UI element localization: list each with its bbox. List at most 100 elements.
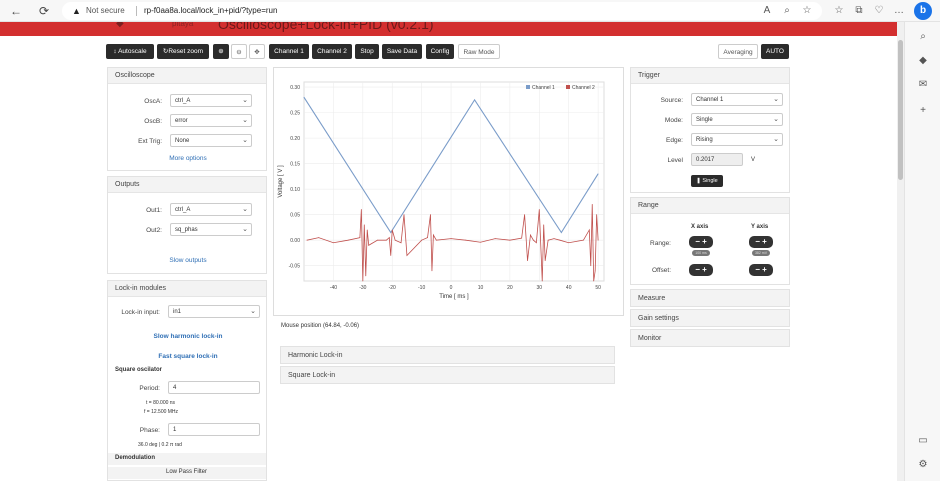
x-tick-label: 50 xyxy=(595,285,601,291)
out2-select[interactable]: sq_phas ⌄ xyxy=(170,223,252,236)
oscilloscope-chart[interactable]: 0.30 0.25 0.20 0.15 0.10 0.05 0.00 -0.05 -40 -30 -… xyxy=(274,68,623,315)
slow-outputs-link[interactable]: Slow outputs xyxy=(148,257,228,264)
zoom-out-button[interactable]: ⊖ xyxy=(231,44,247,59)
slow-harmonic-link[interactable]: Slow harmonic lock-in xyxy=(128,333,248,340)
raw-mode-button[interactable]: Raw Mode xyxy=(458,44,500,59)
reload-icon[interactable]: ⟳ xyxy=(36,3,52,19)
period-input[interactable]: 4 xyxy=(168,381,260,394)
trigger-panel-title[interactable]: Trigger xyxy=(631,68,789,84)
data-point-channel-2 xyxy=(333,242,334,244)
warning-icon: ▲ xyxy=(72,6,81,16)
x-tick-label: 20 xyxy=(507,285,513,291)
averaging-button[interactable]: Averaging xyxy=(718,44,758,59)
x-tick-label: 0 xyxy=(450,285,453,291)
profile-avatar[interactable]: b xyxy=(914,2,932,20)
chevron-icon[interactable]: ◆ xyxy=(116,22,124,29)
source-select[interactable]: Channel 1 ⌄ xyxy=(691,93,783,106)
y-range-stepper[interactable]: − + xyxy=(749,236,773,248)
gain-settings-section[interactable]: Gain settings xyxy=(630,309,790,327)
harmonic-lockin-section[interactable]: Harmonic Lock-in xyxy=(280,346,615,364)
more-icon[interactable]: … xyxy=(892,3,906,19)
data-point-channel-2 xyxy=(547,239,549,241)
outputs-panel-title[interactable]: Outputs xyxy=(108,177,266,193)
data-point-channel-2 xyxy=(360,209,362,210)
reset-zoom-button[interactable]: ↻Reset zoom xyxy=(157,44,209,59)
chevron-down-icon: ⌄ xyxy=(242,117,248,124)
lockin-panel-title[interactable]: Lock-in modules xyxy=(108,281,266,297)
pan-button[interactable]: ✥ xyxy=(249,44,265,59)
data-point-channel-2 xyxy=(421,239,423,241)
favorite-icon[interactable]: ☆ xyxy=(800,3,814,19)
osca-select[interactable]: ctrl_A ⌄ xyxy=(170,94,252,107)
out1-select[interactable]: ctrl_A ⌄ xyxy=(170,203,252,216)
account-icon[interactable]: ♡ xyxy=(872,3,886,19)
auto-button[interactable]: AUTO xyxy=(761,44,789,59)
read-aloud-icon[interactable]: A xyxy=(760,3,774,19)
data-point-channel-2 xyxy=(533,239,534,241)
ext-trig-select[interactable]: None ⌄ xyxy=(170,134,252,147)
mode-select[interactable]: Single ⌄ xyxy=(691,113,783,126)
data-point-channel-2 xyxy=(362,280,364,282)
outlook-icon[interactable]: ✉ xyxy=(916,78,930,92)
y-range-value: 382 mV xyxy=(752,250,770,256)
search-icon[interactable]: ⌕ xyxy=(916,30,930,44)
config-button[interactable]: Config xyxy=(426,44,454,59)
monitor-section[interactable]: Monitor xyxy=(630,329,790,347)
favorites-bar-icon[interactable]: ☆ xyxy=(832,3,846,19)
edge-select[interactable]: Rising ⌄ xyxy=(691,133,783,146)
zoom-in-button[interactable]: ⊕ xyxy=(213,44,229,59)
lockin-input-select[interactable]: in1 ⌄ xyxy=(168,305,260,318)
chart-container[interactable]: 0.30 0.25 0.20 0.15 0.10 0.05 0.00 -0.05 -40 -30 -… xyxy=(273,67,624,316)
more-options-link[interactable]: More options xyxy=(148,155,228,162)
level-input[interactable]: 0.2017 xyxy=(691,153,743,166)
scrollbar-thumb[interactable] xyxy=(898,40,903,180)
plot-area[interactable] xyxy=(303,81,605,282)
mouse-position: Mouse position (64.84, -0.06) xyxy=(281,323,360,329)
outputs-panel: Outputs Out1: ctrl_A ⌄ Out2: sq_phas ⌄ Slo… xyxy=(107,176,267,274)
chevron-down-icon: ⌄ xyxy=(773,116,779,123)
legend-label-channel-2: Channel 2 xyxy=(572,85,595,91)
fast-square-link[interactable]: Fast square lock-in xyxy=(128,353,248,360)
settings-icon[interactable]: ⚙ xyxy=(916,458,930,472)
lpf-bar[interactable]: Low Pass Filter xyxy=(108,467,266,479)
y-offset-stepper[interactable]: − + xyxy=(749,264,773,276)
mode-label: Mode: xyxy=(664,117,683,124)
x-range-stepper[interactable]: − + xyxy=(689,236,713,248)
data-point-channel-2 xyxy=(553,238,555,240)
y-tick-label: 0.20 xyxy=(290,136,300,142)
single-button[interactable]: ❚ Single xyxy=(691,175,723,187)
url-text[interactable]: rp-f0aa8a.local/lock_in+pid/?type=run xyxy=(144,2,277,20)
data-point-channel-1 xyxy=(474,99,475,101)
x-tick-label: 40 xyxy=(566,285,572,291)
range-panel-title[interactable]: Range xyxy=(631,198,789,214)
oscilloscope-panel-title[interactable]: Oscilloscope xyxy=(108,68,266,84)
out1-value: ctrl_A xyxy=(175,207,191,213)
channel2-button[interactable]: Channel 2 xyxy=(312,44,352,59)
channel1-button[interactable]: Channel 1 xyxy=(269,44,309,59)
collections-icon[interactable]: ⧉ xyxy=(852,3,866,19)
data-point-channel-2 xyxy=(559,239,561,241)
back-icon[interactable]: ← xyxy=(8,3,24,19)
phase-input[interactable]: 1 xyxy=(168,423,260,436)
range-label: Range: xyxy=(650,240,671,247)
x-offset-stepper[interactable]: − + xyxy=(689,264,713,276)
measure-section[interactable]: Measure xyxy=(630,289,790,307)
ext-trig-value: None xyxy=(175,138,190,144)
add-icon[interactable]: + xyxy=(916,104,930,118)
square-lockin-section[interactable]: Square Lock-in xyxy=(280,366,615,384)
save-data-button[interactable]: Save Data xyxy=(382,44,422,59)
out1-label: Out1: xyxy=(146,207,162,214)
legend-swatch-channel-2 xyxy=(566,85,570,89)
autoscale-button[interactable]: ↕ Autoscale xyxy=(106,44,154,59)
stop-button[interactable]: Stop xyxy=(355,44,379,59)
shopping-icon[interactable]: ◆ xyxy=(916,54,930,68)
address-bar[interactable]: ▲ Not secure rp-f0aa8a.local/lock_in+pid… xyxy=(62,2,822,20)
data-point-channel-2 xyxy=(521,237,523,239)
chevron-down-icon: ⌄ xyxy=(242,206,248,213)
y-tick-label: 0.05 xyxy=(290,213,300,219)
oscb-select[interactable]: error ⌄ xyxy=(170,114,252,127)
browser-toolbar: ← ⟳ ▲ Not secure rp-f0aa8a.local/lock_in… xyxy=(0,0,940,22)
data-point-channel-1 xyxy=(390,232,392,233)
zoom-icon[interactable]: ⌕ xyxy=(780,3,794,19)
panel-icon[interactable]: ▭ xyxy=(916,434,930,448)
